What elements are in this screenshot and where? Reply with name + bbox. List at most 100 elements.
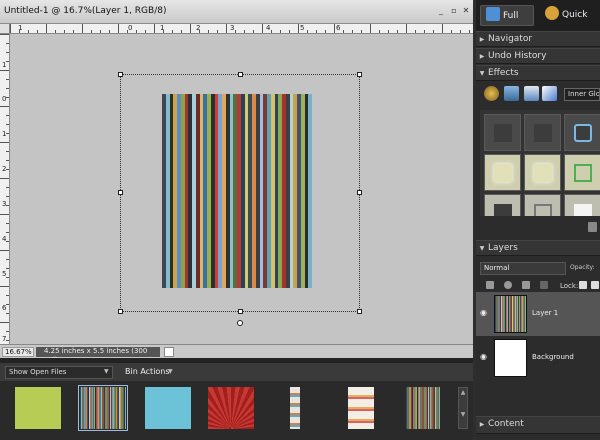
layer-row-layer-1[interactable]: ◉ Layer 1 [476, 292, 600, 336]
bin-thumbnail-green-paper[interactable] [15, 387, 61, 429]
content-panel-header[interactable]: ▶ Content [476, 416, 600, 434]
close-icon[interactable]: ✕ [461, 6, 471, 16]
layers-panel: Normal Opacity: Lock: ◉ Layer 1 ◉ Backgr… [476, 256, 600, 416]
blend-mode-select[interactable]: Normal [480, 262, 566, 275]
ruler-tick [181, 30, 182, 33]
restore-icon[interactable]: ▫ [449, 6, 459, 16]
effect-thumbnail[interactable] [564, 194, 600, 216]
transform-handle-bottom-right[interactable] [357, 309, 362, 314]
visibility-eye-icon[interactable]: ◉ [480, 353, 490, 361]
ruler-tick [6, 124, 9, 125]
effect-thumbnail[interactable] [484, 194, 521, 216]
bin-thumbnail-red-paper[interactable] [208, 387, 254, 429]
ruler-tick [6, 88, 9, 89]
new-layer-icon[interactable] [486, 281, 494, 289]
full-edit-button[interactable]: Full [480, 5, 534, 26]
layer-thumbnail [494, 339, 527, 377]
bin-thumbnail-ribbon-tabs[interactable] [348, 387, 374, 429]
effects-panel-header[interactable]: ▼ Effects [476, 65, 600, 81]
bin-thumbnail-blue-paper[interactable] [145, 387, 191, 429]
lock-transparency-icon[interactable] [579, 281, 587, 289]
zoom-level[interactable]: 16.67% [2, 347, 34, 357]
bin-thumbnail-ribbon-strip[interactable] [290, 387, 300, 429]
layer-name: Background [532, 353, 574, 361]
minimize-icon[interactable]: _ [436, 6, 446, 16]
scroll-down-icon[interactable]: ▼ [459, 410, 467, 420]
photo-effects-icon[interactable] [524, 86, 539, 101]
adjustment-layer-icon[interactable] [504, 281, 512, 289]
effect-thumbnail[interactable] [524, 114, 561, 151]
scroll-up-icon[interactable]: ▲ [459, 388, 467, 398]
transform-bounding-box[interactable] [118, 72, 362, 326]
visibility-eye-icon[interactable]: ◉ [480, 309, 490, 317]
opacity-label: Opacity: [570, 264, 595, 271]
layers-panel-header[interactable]: ▼ Layers [476, 240, 600, 256]
effect-thumbnail[interactable] [524, 154, 561, 191]
ruler-tick [6, 277, 9, 278]
transform-handle-right[interactable] [357, 190, 362, 195]
trash-icon[interactable] [588, 222, 597, 232]
ruler-tick [316, 30, 317, 33]
project-bin: ▲ ▼ [0, 381, 473, 440]
ruler-tick [6, 340, 9, 341]
ruler-tick [442, 24, 443, 33]
effect-thumbnail[interactable] [524, 194, 561, 216]
effect-thumbnail[interactable] [564, 114, 600, 151]
bin-scrollbar[interactable]: ▲ ▼ [458, 387, 468, 429]
ruler-tick [406, 24, 407, 33]
transform-handle-left[interactable] [118, 190, 123, 195]
chevron-down-icon[interactable]: ▼ [168, 368, 173, 375]
chevron-down-icon[interactable]: ▼ [104, 368, 109, 375]
effects-thumbnail-grid [480, 110, 600, 216]
ruler-tick [253, 30, 254, 33]
delete-layer-icon[interactable] [522, 281, 530, 289]
ruler-tick [109, 30, 110, 33]
layer-row-background[interactable]: ◉ Background [476, 336, 600, 380]
navigator-panel-header[interactable]: ▶ Navigator [476, 31, 600, 47]
undo-history-panel-header[interactable]: ▶ Undo History [476, 48, 600, 64]
ruler-tick [325, 30, 326, 33]
filters-icon[interactable] [484, 86, 499, 101]
ruler-tick [0, 250, 9, 251]
ruler-tick [82, 24, 83, 33]
document-titlebar[interactable]: Untitled-1 @ 16.7%(Layer 1, RGB/8) _ ▫ ✕ [0, 0, 473, 24]
ruler-tick [6, 331, 9, 332]
rotate-handle[interactable] [237, 320, 243, 326]
ruler-tick [0, 142, 9, 143]
effect-thumbnail[interactable] [484, 154, 521, 191]
ruler-tick [37, 30, 38, 33]
transform-handle-bottom-left[interactable] [118, 309, 123, 314]
ruler-tick [46, 24, 47, 33]
expand-arrow-icon: ▶ [479, 53, 485, 60]
quick-fix-icon [545, 6, 559, 20]
document-window: Untitled-1 @ 16.7%(Layer 1, RGB/8) _ ▫ ✕… [0, 0, 473, 364]
ruler-tick [262, 24, 263, 33]
ruler-tick [424, 30, 425, 33]
lock-all-icon[interactable] [591, 281, 599, 289]
expand-arrow-icon: ▶ [479, 36, 485, 43]
info-menu-button[interactable] [164, 347, 174, 357]
ruler-tick [154, 24, 155, 33]
show-open-files-select[interactable]: Show Open Files [5, 366, 113, 379]
ruler-tick [6, 52, 9, 53]
ruler-tick [64, 30, 65, 33]
ruler-tick [6, 196, 9, 197]
quick-fix-button[interactable]: Quick [540, 5, 598, 26]
link-layer-icon[interactable] [540, 281, 548, 289]
bin-thumbnail-striped-paper-2[interactable] [406, 387, 440, 429]
ruler-tick [0, 286, 9, 287]
transform-handle-top-left[interactable] [118, 72, 123, 77]
bin-actions-menu[interactable]: Bin Actions [125, 367, 170, 376]
effect-thumbnail[interactable] [484, 114, 521, 151]
show-all-icon[interactable] [542, 86, 557, 101]
canvas-area[interactable] [10, 34, 473, 344]
effect-thumbnail[interactable] [564, 154, 600, 191]
transform-handle-bottom[interactable] [238, 309, 243, 314]
transform-handle-top[interactable] [238, 72, 243, 77]
effects-category-dropdown[interactable]: Inner Glows [564, 88, 600, 101]
ruler-tick [6, 223, 9, 224]
layer-styles-icon[interactable] [504, 86, 519, 101]
ruler-tick [235, 30, 236, 33]
bin-thumbnail-striped-paper[interactable] [78, 385, 128, 431]
transform-handle-top-right[interactable] [357, 72, 362, 77]
